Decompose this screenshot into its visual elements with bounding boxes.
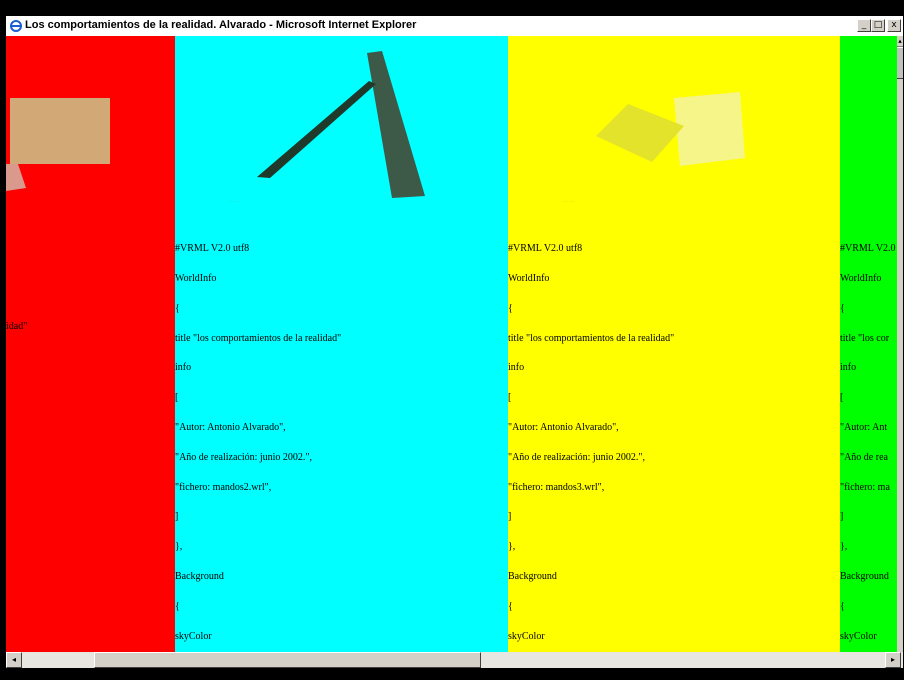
minimize-icon: _: [861, 20, 867, 30]
code-line: idad": [6, 321, 28, 332]
code-line: "Autor: Antonio Alvarado",: [175, 422, 286, 433]
code-line: {: [175, 601, 180, 612]
code-line: {: [508, 601, 513, 612]
code-line: info: [508, 362, 525, 373]
red-panel: idad": [6, 36, 175, 652]
code-line: },: [175, 541, 183, 552]
horizontal-scrollbar[interactable]: ◂ ▸: [6, 652, 903, 668]
tiny-mark: · · · ·: [230, 199, 241, 205]
code-line: [: [175, 392, 179, 403]
code-line: Background: [840, 571, 889, 582]
code-line: title "los comportamientos de la realida…: [508, 333, 675, 344]
maximize-button[interactable]: □: [871, 19, 885, 32]
yellow-vrml-scene: · · · ·: [563, 92, 745, 205]
scroll-left-button[interactable]: ◂: [6, 652, 22, 668]
code-line: ]: [175, 511, 179, 522]
red-vrml-scene: [6, 98, 110, 191]
internet-explorer-icon: [9, 19, 23, 33]
page-content: idad" · · · · #VRML V2.0 utf8 WorldInfo …: [6, 36, 897, 652]
code-line: [: [840, 392, 844, 403]
tan-block-shape: [10, 98, 110, 164]
code-line: WorldInfo: [508, 273, 550, 284]
cyan-vrml-scene: · · · ·: [230, 51, 425, 205]
code-line: {: [840, 601, 845, 612]
tiny-mark: · · · ·: [563, 199, 574, 205]
vertical-scroll-thumb[interactable]: [897, 47, 903, 79]
minimize-button[interactable]: _: [857, 19, 871, 32]
code-line: #VRML V2.0 utf8: [508, 243, 583, 254]
scroll-right-arrow-icon: ▸: [890, 655, 895, 664]
close-icon: x: [891, 20, 897, 30]
code-line: "fichero: ma: [840, 482, 890, 493]
code-line: "fichero: mandos2.wrl",: [175, 482, 272, 493]
window-title: Los comportamientos de la realidad. Alva…: [25, 19, 417, 31]
code-line: Background: [175, 571, 224, 582]
code-line: "Autor: Ant: [840, 422, 888, 433]
code-line: "Año de realización: junio 2002.",: [508, 452, 646, 463]
code-line: WorldInfo: [840, 273, 882, 284]
code-line: },: [508, 541, 516, 552]
code-line: "Autor: Antonio Alvarado",: [508, 422, 619, 433]
code-line: ]: [840, 511, 844, 522]
code-line: #VRML V2.0 utf8: [175, 243, 250, 254]
code-line: #VRML V2.0: [840, 243, 896, 254]
code-line: info: [175, 362, 192, 373]
scroll-right-button[interactable]: ▸: [885, 652, 901, 668]
maximize-icon: □: [873, 20, 883, 30]
code-line: skyColor: [175, 631, 212, 642]
code-line: [: [508, 392, 512, 403]
cyan-panel: · · · · #VRML V2.0 utf8 WorldInfo { titl…: [175, 36, 508, 652]
tall-blade-shape: [367, 51, 425, 198]
code-line: skyColor: [508, 631, 545, 642]
green-panel: #VRML V2.0 WorldInfo { title "los cor in…: [840, 36, 897, 652]
code-line: ]: [508, 511, 512, 522]
code-line: WorldInfo: [175, 273, 217, 284]
olive-diamond-shape: [596, 104, 684, 162]
code-line: title "los comportamientos de la realida…: [175, 333, 342, 344]
pink-block-shape: [6, 164, 26, 191]
vertical-scrollbar[interactable]: ▴: [897, 36, 903, 652]
code-line: info: [840, 362, 857, 373]
code-line: {: [840, 303, 845, 314]
yellow-panel: · · · · #VRML V2.0 utf8 WorldInfo { titl…: [508, 36, 840, 652]
scroll-left-arrow-icon: ◂: [11, 655, 16, 664]
code-line: skyColor: [840, 631, 877, 642]
code-line: "Año de realización: junio 2002.",: [175, 452, 313, 463]
close-button[interactable]: x: [887, 19, 901, 32]
horizontal-scroll-thumb[interactable]: [94, 652, 481, 668]
pale-square-shape: [674, 92, 745, 166]
title-bar: Los comportamientos de la realidad. Alva…: [6, 16, 903, 36]
browser-window: Los comportamientos de la realidad. Alva…: [6, 16, 903, 668]
scroll-up-arrow-icon[interactable]: ▴: [897, 36, 903, 47]
code-line: "Año de rea: [840, 452, 888, 463]
code-line: title "los cor: [840, 333, 890, 344]
code-line: {: [175, 303, 180, 314]
code-line: Background: [508, 571, 557, 582]
code-line: "fichero: mandos3.wrl",: [508, 482, 605, 493]
code-line: },: [840, 541, 848, 552]
diagonal-stick-shape: [257, 81, 376, 178]
code-line: {: [508, 303, 513, 314]
